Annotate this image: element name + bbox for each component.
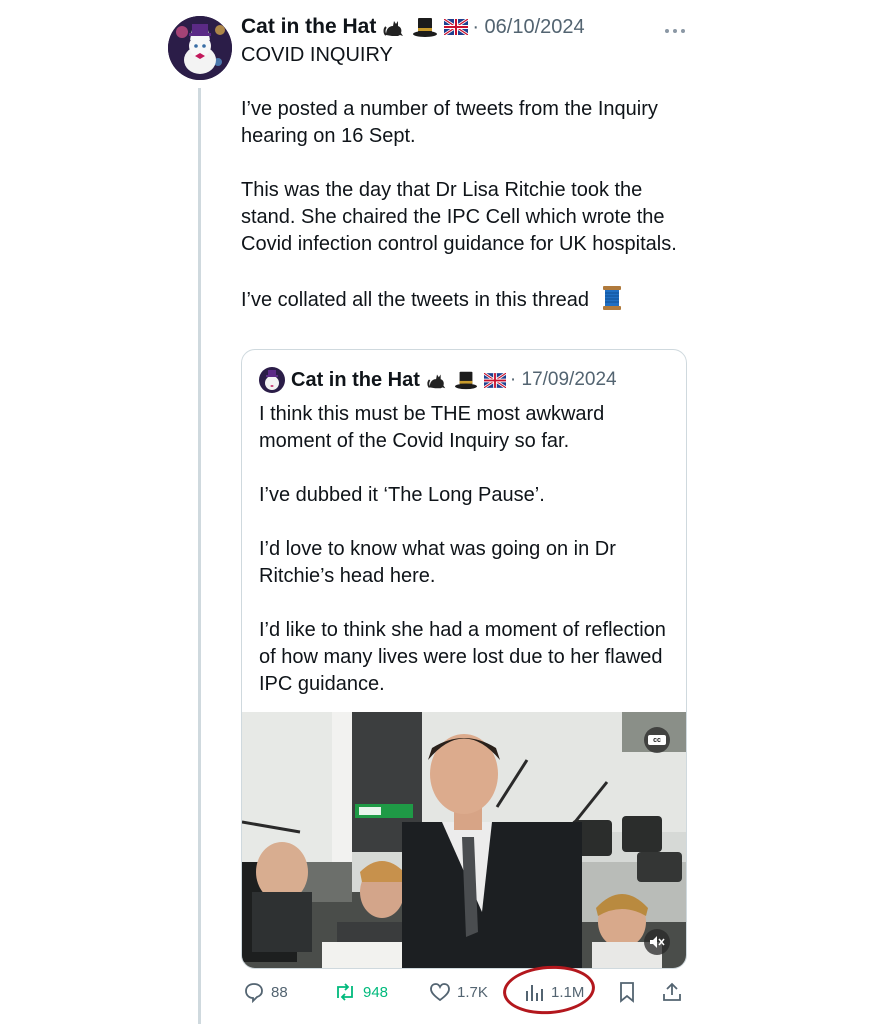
- quoted-tweet-card[interactable]: Cat in the Hat · 17/09/2024 I think this…: [241, 349, 687, 969]
- thread-line: [198, 88, 201, 1024]
- video-player[interactable]: cc: [242, 712, 686, 968]
- quoted-author-name: Cat in the Hat: [291, 368, 420, 391]
- quoted-paragraph: I’ve dubbed it ‘The Long Pause’.: [259, 484, 545, 506]
- bookmark-button[interactable]: [617, 976, 643, 1008]
- uk-flag-icon: [444, 19, 469, 35]
- like-count: 1.7K: [457, 983, 488, 1001]
- tweet-paragraph: I’ve collated all the tweets in this thr…: [241, 289, 589, 311]
- reply-icon: [245, 983, 263, 1003]
- bookmark-icon: [620, 982, 634, 1003]
- tweet-paragraph: This was the day that Dr Lisa Ritchie to…: [241, 179, 677, 255]
- quoted-tweet-body: I think this must be THE most awkward mo…: [259, 401, 669, 698]
- spool-of-thread-icon: [601, 285, 623, 319]
- reply-count: 88: [271, 983, 288, 1001]
- author-avatar[interactable]: [168, 16, 232, 80]
- more-options-icon[interactable]: [664, 22, 686, 33]
- red-circle-annotation: [501, 962, 597, 1018]
- quoted-paragraph: I’d love to know what was going on in Dr…: [259, 538, 616, 587]
- top-hat-icon: [412, 15, 438, 39]
- quoted-paragraph: I think this must be THE most awkward mo…: [259, 403, 605, 452]
- quoted-paragraph: I’d like to think she had a moment of re…: [259, 619, 666, 695]
- retweet-button[interactable]: 948: [333, 976, 388, 1008]
- quoted-tweet-header: Cat in the Hat · 17/09/2024: [259, 366, 617, 394]
- uk-flag-icon: [483, 372, 506, 388]
- quoted-author-avatar: [259, 367, 285, 393]
- tweet-paragraph: I’ve posted a number of tweets from the …: [241, 98, 658, 147]
- reply-button[interactable]: 88: [243, 976, 288, 1008]
- share-icon: [663, 982, 681, 1001]
- share-button[interactable]: [661, 976, 689, 1008]
- tweet-header: Cat in the Hat · 06/10/2024: [241, 12, 585, 42]
- quoted-tweet-date: · 17/09/2024: [509, 369, 617, 390]
- like-button[interactable]: 1.7K: [429, 976, 488, 1008]
- heart-icon: [430, 983, 450, 1002]
- retweet-count: 948: [363, 983, 389, 1001]
- top-hat-icon: [454, 369, 478, 391]
- tweet-paragraph-last: I’ve collated all the tweets in this thr…: [241, 285, 701, 319]
- tweet-date[interactable]: · 06/10/2024: [472, 16, 584, 39]
- tweet-action-bar: 88 948 1.7K 1.1M: [241, 976, 685, 1008]
- author-name[interactable]: Cat in the Hat: [241, 15, 376, 39]
- muted-speaker-icon[interactable]: [648, 933, 666, 951]
- retweet-icon: [337, 983, 353, 1001]
- cat-icon: [382, 15, 406, 39]
- closed-captions-button[interactable]: cc: [648, 736, 666, 746]
- tweet-title: COVID INQUIRY: [241, 44, 393, 66]
- tweet-body: COVID INQUIRY I’ve posted a number of tw…: [241, 42, 701, 319]
- cat-icon: [426, 369, 448, 391]
